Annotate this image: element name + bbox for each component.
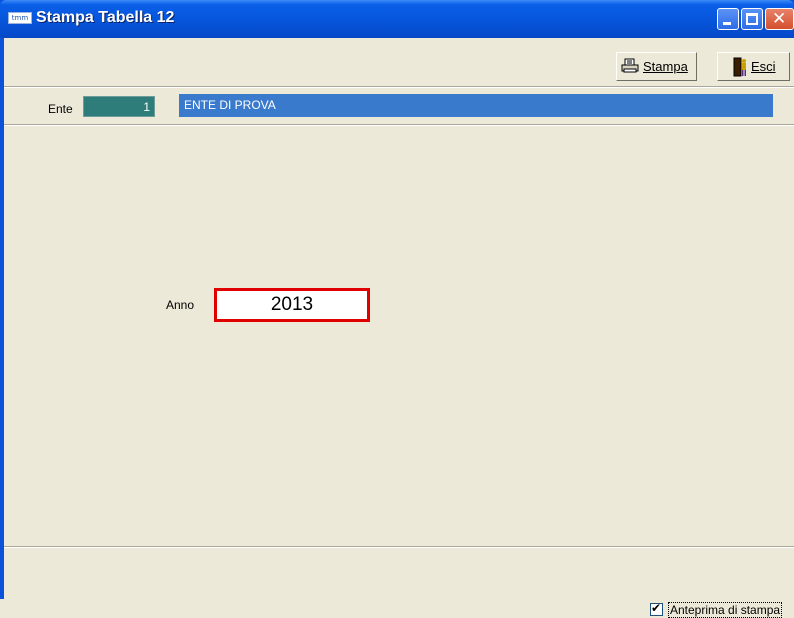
checkmark-icon: ✔ xyxy=(651,601,662,615)
minimize-icon xyxy=(723,22,731,25)
ente-bar: Ente 1 ENTE DI PROVA xyxy=(4,88,794,126)
window-client-area: Stampa Esci Ente 1 ENTE DI PROVA Anno 20… xyxy=(4,38,794,618)
app-window: tmm Stampa Tabella 12 ✕ Stampa Esci Ente… xyxy=(0,0,794,618)
preview-checkbox[interactable]: ✔ xyxy=(650,601,663,616)
ente-label: Ente xyxy=(48,102,73,116)
maximize-button[interactable] xyxy=(741,8,763,30)
exit-button[interactable]: Esci xyxy=(717,52,790,81)
anno-label: Anno xyxy=(166,298,195,312)
ente-name-field: ENTE DI PROVA xyxy=(179,94,773,117)
title-bar[interactable]: tmm Stampa Tabella 12 ✕ xyxy=(0,0,794,38)
minimize-button[interactable] xyxy=(717,8,739,30)
print-button-label: Stampa xyxy=(643,59,688,74)
bottom-bar: ✔ Anteprima di stampa xyxy=(4,546,794,618)
ente-code-field[interactable]: 1 xyxy=(83,96,155,117)
anno-input[interactable]: 2013 xyxy=(214,288,370,322)
exit-door-icon xyxy=(732,57,748,77)
maximize-icon xyxy=(746,13,758,25)
close-button[interactable]: ✕ xyxy=(765,8,794,30)
exit-button-label: Esci xyxy=(751,59,776,74)
toolbar: Stampa Esci xyxy=(4,38,794,88)
window-title: Stampa Tabella 12 xyxy=(36,9,175,26)
app-icon: tmm xyxy=(8,12,32,24)
preview-checkbox-label[interactable]: Anteprima di stampa xyxy=(668,602,783,618)
print-button[interactable]: Stampa xyxy=(616,52,697,81)
close-icon: ✕ xyxy=(772,9,787,29)
printer-icon xyxy=(621,58,639,74)
